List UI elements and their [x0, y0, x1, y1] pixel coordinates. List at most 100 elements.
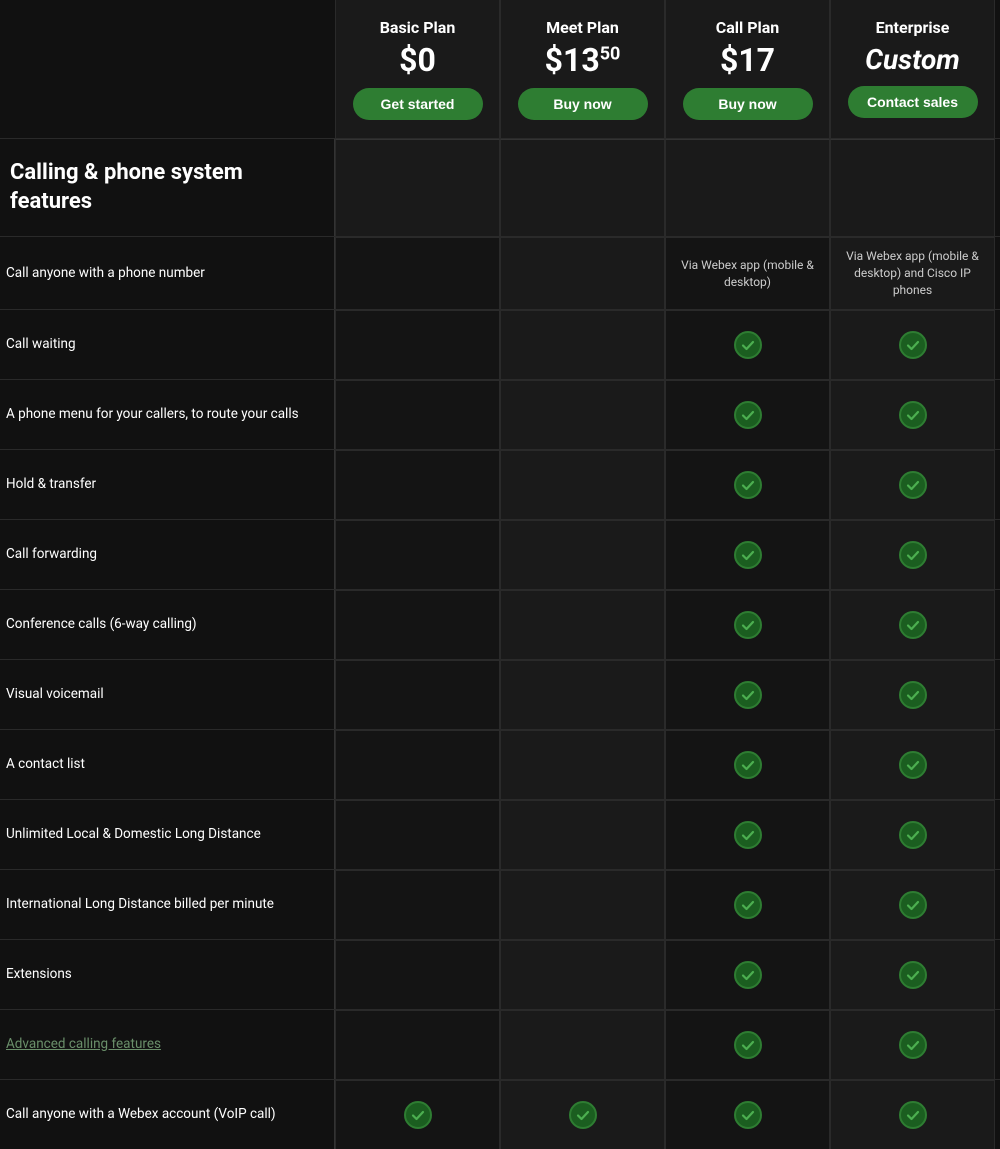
plan-price-meet: $1350: [511, 43, 654, 78]
check-icon: [569, 1101, 597, 1129]
check-icon: [734, 541, 762, 569]
check-icon: [899, 541, 927, 569]
plan-price-basic: $0: [346, 43, 489, 78]
plan-cell-basic: [335, 660, 500, 729]
plan-cell-enterprise: [830, 800, 995, 869]
plan-cell-call: [665, 730, 830, 799]
feature-label-cell: Visual voicemail: [0, 660, 335, 729]
feature-label-text: Call waiting: [6, 335, 76, 354]
check-icon: [734, 891, 762, 919]
plan-cell-basic: [335, 1010, 500, 1079]
plan-cell-basic: [335, 590, 500, 659]
feature-label-cell: Call anyone with a phone number: [0, 237, 335, 308]
plan-cell-enterprise: [830, 1080, 995, 1149]
feature-row: Extensions: [0, 939, 1000, 1009]
plan-cell-call: [665, 590, 830, 659]
check-icon: [734, 681, 762, 709]
plan-cell-call: [665, 380, 830, 449]
plan-name-call: Call Plan: [676, 18, 819, 37]
check-icon: [899, 401, 927, 429]
check-icon: [734, 821, 762, 849]
feature-label-cell: A phone menu for your callers, to route …: [0, 380, 335, 449]
plan-cell-basic: [335, 800, 500, 869]
plan-name-enterprise: Enterprise: [841, 18, 984, 37]
plan-cell-call: [665, 1080, 830, 1149]
plan-cell-meet: [500, 1080, 665, 1149]
plan-cell-call: Via Webex app (mobile & desktop): [665, 237, 830, 308]
plan-cell-meet: [500, 590, 665, 659]
check-icon: [734, 961, 762, 989]
feature-row: A contact list: [0, 729, 1000, 799]
check-icon: [899, 681, 927, 709]
feature-label-text: A contact list: [6, 755, 85, 774]
feature-label-text[interactable]: Advanced calling features: [6, 1035, 161, 1054]
section-plan-call: [665, 139, 830, 236]
check-icon: [734, 751, 762, 779]
check-icon: [899, 821, 927, 849]
plan-cell-basic: [335, 380, 500, 449]
plan-cell-basic: [335, 870, 500, 939]
plan-cell-basic: [335, 310, 500, 379]
feature-label-cell: International Long Distance billed per m…: [0, 870, 335, 939]
section-title: Calling & phone system features: [10, 159, 324, 216]
feature-label-text: Visual voicemail: [6, 685, 104, 704]
section-plan-meet: [500, 139, 665, 236]
header-row: Basic Plan $0 Get started Meet Plan $135…: [0, 0, 1000, 138]
check-icon: [899, 331, 927, 359]
feature-label-cell: Conference calls (6-way calling): [0, 590, 335, 659]
get-started-button[interactable]: Get started: [353, 88, 483, 120]
section-title-cell: Calling & phone system features: [0, 139, 335, 236]
feature-label-text: Hold & transfer: [6, 475, 96, 494]
plan-cell-meet: [500, 1010, 665, 1079]
feature-row: Call anyone with a Webex account (VoIP c…: [0, 1079, 1000, 1149]
plan-cell-call: [665, 940, 830, 1009]
plan-cell-call: [665, 660, 830, 729]
feature-label-text: International Long Distance billed per m…: [6, 895, 274, 914]
check-icon: [899, 1101, 927, 1129]
plan-cell-call: [665, 310, 830, 379]
pricing-table: Basic Plan $0 Get started Meet Plan $135…: [0, 0, 1000, 1149]
feature-label-text: Call forwarding: [6, 545, 97, 564]
check-icon: [899, 1031, 927, 1059]
section-plan-basic: [335, 139, 500, 236]
buy-now-meet-button[interactable]: Buy now: [518, 88, 648, 120]
plan-cell-basic: [335, 237, 500, 308]
feature-label-text: A phone menu for your callers, to route …: [6, 405, 299, 424]
check-icon: [899, 611, 927, 639]
feature-label-text: Extensions: [6, 965, 72, 984]
plan-price-call: $17: [676, 43, 819, 78]
feature-label-cell: Call forwarding: [0, 520, 335, 589]
feature-row: Call anyone with a phone number Via Webe…: [0, 236, 1000, 308]
feature-row: Conference calls (6-way calling): [0, 589, 1000, 659]
check-icon: [734, 401, 762, 429]
feature-label-cell: A contact list: [0, 730, 335, 799]
plan-header-basic: Basic Plan $0 Get started: [335, 0, 500, 138]
plan-cell-call: [665, 870, 830, 939]
contact-sales-button[interactable]: Contact sales: [848, 86, 978, 118]
plan-cell-meet: [500, 660, 665, 729]
feature-row: International Long Distance billed per m…: [0, 869, 1000, 939]
plan-cell-meet: [500, 520, 665, 589]
feature-label-text: Call anyone with a Webex account (VoIP c…: [6, 1105, 276, 1124]
feature-row: Call waiting: [0, 309, 1000, 379]
plan-cell-enterprise: [830, 730, 995, 799]
plan-cell-meet: [500, 800, 665, 869]
plan-cell-call: [665, 1010, 830, 1079]
plan-cell-call: [665, 520, 830, 589]
check-icon: [734, 611, 762, 639]
check-icon: [899, 891, 927, 919]
plan-cell-enterprise: [830, 590, 995, 659]
plan-name-basic: Basic Plan: [346, 18, 489, 37]
feature-label-cell: Extensions: [0, 940, 335, 1009]
feature-label-cell: Hold & transfer: [0, 450, 335, 519]
check-icon: [899, 751, 927, 779]
plan-cell-meet: [500, 237, 665, 308]
plan-cell-meet: [500, 940, 665, 1009]
plan-cell-meet: [500, 450, 665, 519]
buy-now-call-button[interactable]: Buy now: [683, 88, 813, 120]
check-icon: [734, 471, 762, 499]
plan-cell-meet: [500, 380, 665, 449]
section-header-row: Calling & phone system features: [0, 138, 1000, 236]
plan-header-enterprise: Enterprise Custom Contact sales: [830, 0, 995, 138]
feature-row: Call forwarding: [0, 519, 1000, 589]
